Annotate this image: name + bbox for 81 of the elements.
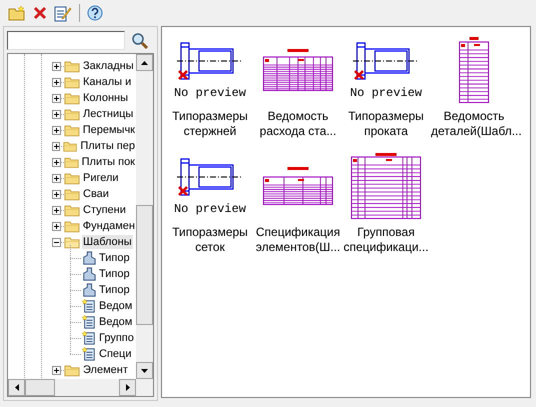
- tree-item[interactable]: Плиты пер: [79, 139, 136, 153]
- tree-item[interactable]: Каналы и: [82, 75, 132, 89]
- folder-icon: [64, 124, 80, 136]
- folder-icon: [64, 364, 80, 376]
- expand-toggle[interactable]: [52, 174, 61, 182]
- tree-item[interactable]: Ведом: [98, 315, 134, 329]
- tree-item[interactable]: Сваи: [82, 187, 110, 201]
- folder-icon: [64, 76, 80, 88]
- tree-item[interactable]: Ступени: [82, 203, 127, 217]
- bolt-drawing: [176, 156, 243, 198]
- tree-item[interactable]: Специ: [98, 347, 132, 361]
- sheet-icon: [82, 315, 96, 329]
- folder-icon: [64, 188, 80, 200]
- folder-icon: [64, 108, 80, 120]
- tree-item[interactable]: Элемент: [82, 363, 129, 377]
- expand-toggle[interactable]: [52, 222, 61, 230]
- expand-toggle[interactable]: [52, 206, 61, 214]
- help-icon[interactable]: [87, 5, 103, 21]
- scroll-down-icon[interactable]: [141, 368, 148, 372]
- folder-icon: [64, 156, 79, 168]
- tree-item[interactable]: Колонны: [82, 91, 129, 105]
- folder-icon: [64, 92, 80, 104]
- folder-icon: [63, 140, 78, 152]
- bolt-drawing: [352, 40, 419, 82]
- no-preview-text: No preview: [174, 86, 246, 100]
- tree-item[interactable]: Лестницы: [82, 107, 134, 121]
- edit-document-icon[interactable]: [54, 4, 72, 22]
- part-icon: [82, 251, 96, 265]
- tree-item[interactable]: Ведом: [98, 299, 134, 313]
- tree-item[interactable]: Перемычк: [82, 123, 136, 137]
- new-folder-icon[interactable]: [8, 5, 26, 21]
- search-field[interactable]: [7, 30, 125, 50]
- folder-icon: [64, 60, 80, 72]
- expand-toggle[interactable]: [52, 158, 61, 166]
- expand-toggle[interactable]: [52, 366, 61, 374]
- table-drawing: [351, 153, 421, 219]
- part-icon: [82, 267, 96, 281]
- expand-toggle[interactable]: [52, 62, 61, 70]
- item-label[interactable]: Типоразмеры проката: [343, 109, 429, 139]
- table-drawing: [459, 37, 489, 103]
- item-label[interactable]: Ведомость расхода ста...: [255, 109, 341, 139]
- folder-icon: [64, 204, 80, 216]
- tree-item[interactable]: Фундамен: [82, 219, 136, 233]
- expand-toggle[interactable]: [52, 110, 61, 118]
- folder-icon: [64, 172, 80, 184]
- item-label[interactable]: Типоразмеры сеток: [167, 225, 253, 255]
- no-preview-text: No preview: [174, 202, 246, 216]
- expand-toggle[interactable]: [52, 190, 61, 198]
- folder-icon: [64, 236, 80, 248]
- table-drawing: [263, 49, 333, 91]
- scroll-left-icon[interactable]: [14, 384, 18, 391]
- tree-item[interactable]: Типор: [98, 251, 131, 265]
- expand-toggle[interactable]: [52, 126, 61, 134]
- tree-item[interactable]: Шаблоны: [82, 235, 133, 249]
- tree-item[interactable]: Типор: [98, 267, 131, 281]
- delete-icon[interactable]: [33, 6, 47, 20]
- tree-item[interactable]: Закладны: [82, 59, 135, 73]
- folder-icon: [64, 220, 80, 232]
- table-drawing: [263, 167, 333, 205]
- item-label[interactable]: Групповая спецификаци...: [343, 225, 429, 255]
- tree-item[interactable]: Типор: [98, 283, 131, 297]
- scroll-right-icon[interactable]: [126, 384, 130, 391]
- tree-item[interactable]: Ригели: [82, 171, 120, 185]
- horizontal-scrollbar[interactable]: [8, 379, 153, 396]
- sheet-icon: [82, 299, 96, 313]
- part-icon: [82, 283, 96, 297]
- expand-toggle[interactable]: [52, 78, 61, 86]
- expand-toggle[interactable]: [52, 142, 60, 150]
- expand-toggle[interactable]: [52, 94, 61, 102]
- vertical-scrollbar[interactable]: [136, 54, 153, 379]
- bolt-drawing: [176, 40, 243, 82]
- search-icon[interactable]: [131, 32, 148, 48]
- no-preview-text: No preview: [350, 86, 422, 100]
- tree-item[interactable]: Группо: [98, 331, 135, 345]
- sheet-icon: [82, 331, 96, 345]
- tree-item[interactable]: Плиты пок: [80, 155, 136, 169]
- collapse-toggle[interactable]: [52, 238, 61, 246]
- item-label[interactable]: Типоразмеры стержней: [167, 109, 253, 139]
- scroll-up-icon[interactable]: [141, 60, 148, 64]
- item-label[interactable]: Спецификация элементов(Ш...: [255, 225, 341, 255]
- sheet-icon: [82, 347, 96, 361]
